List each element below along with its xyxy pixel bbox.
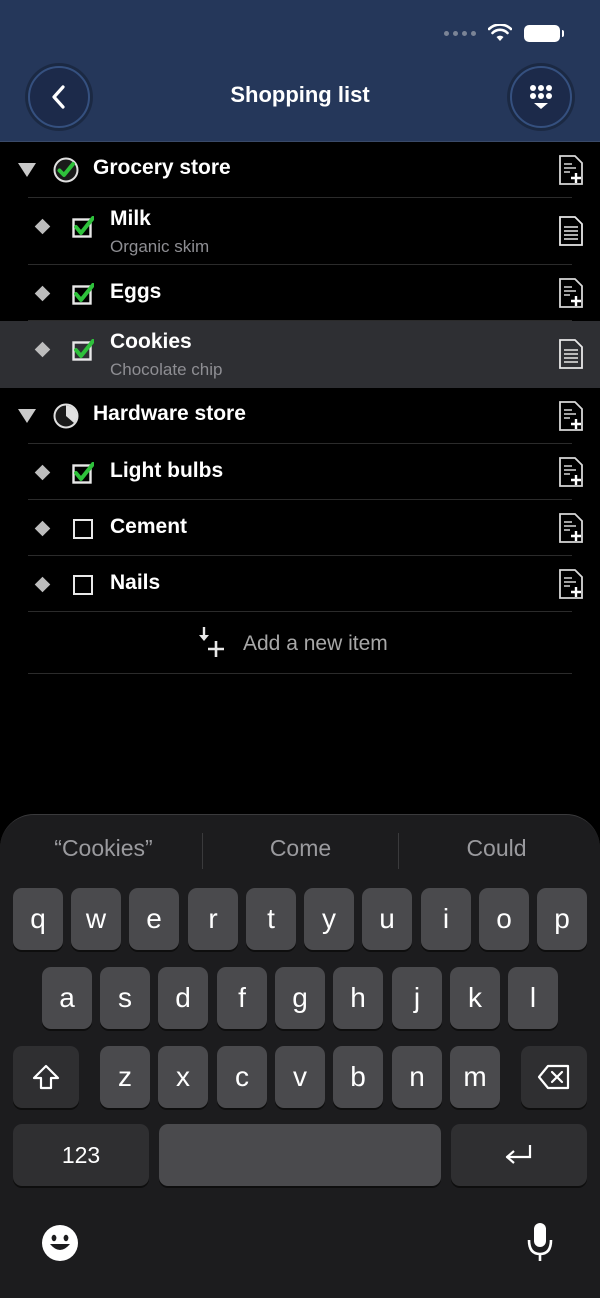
add-note-icon[interactable] — [558, 457, 584, 487]
checked-checkbox-icon[interactable] — [72, 339, 94, 361]
key-b[interactable]: b — [333, 1046, 383, 1108]
item-title: Milk — [110, 207, 151, 230]
key-g[interactable]: g — [275, 967, 325, 1029]
add-item-arrow-plus-icon — [199, 627, 224, 657]
key-n[interactable]: n — [392, 1046, 442, 1108]
keypad-menu-button[interactable] — [510, 66, 572, 128]
add-note-icon[interactable] — [558, 569, 584, 599]
add-note-icon[interactable] — [558, 513, 584, 543]
add-new-item-button[interactable]: Add a new item — [0, 612, 600, 674]
item-title: Light bulbs — [110, 459, 224, 482]
suggestion-1[interactable]: “Cookies” — [6, 835, 201, 871]
checked-checkbox-icon[interactable] — [72, 216, 94, 238]
backspace-icon — [537, 1064, 570, 1090]
item-note: Chocolate chip — [110, 360, 223, 379]
key-z[interactable]: z — [100, 1046, 150, 1108]
shopping-list: Grocery store Milk Organic skim Eggs Coo… — [0, 142, 600, 612]
key-h[interactable]: h — [333, 967, 383, 1029]
bullet-diamond-icon — [34, 341, 51, 358]
note-icon[interactable] — [558, 216, 584, 246]
item-title: Nails — [110, 571, 161, 594]
checked-checkbox-icon[interactable] — [72, 283, 94, 305]
list-item-eggs[interactable]: Eggs — [0, 265, 600, 321]
partial-progress-circle-icon — [53, 403, 79, 429]
collapse-triangle-icon[interactable] — [18, 409, 36, 423]
key-e[interactable]: e — [129, 888, 179, 950]
software-keyboard: “Cookies” Come Could q w e r t y u i o p… — [0, 814, 600, 1298]
add-note-icon[interactable] — [558, 401, 584, 431]
key-k[interactable]: k — [450, 967, 500, 1029]
add-note-icon[interactable] — [558, 278, 584, 308]
checked-checkbox-icon[interactable] — [72, 462, 94, 484]
list-item-light-bulbs[interactable]: Light bulbs — [0, 444, 600, 500]
key-j[interactable]: j — [392, 967, 442, 1029]
add-note-icon[interactable] — [558, 155, 584, 185]
key-r[interactable]: r — [188, 888, 238, 950]
item-title: Eggs — [110, 280, 162, 303]
navigation-bar: Shopping list — [0, 0, 600, 142]
status-bar — [444, 24, 564, 42]
key-x[interactable]: x — [158, 1046, 208, 1108]
list-item-cookies[interactable]: Cookies Chocolate chip — [0, 321, 600, 388]
green-check-circle-icon — [53, 157, 79, 183]
numbers-key[interactable]: 123 — [13, 1124, 149, 1186]
group-row-hardware-store[interactable]: Hardware store — [0, 388, 600, 444]
keypad-grid-icon — [530, 85, 552, 109]
battery-icon — [524, 24, 564, 42]
list-item-nails[interactable]: Nails — [0, 556, 600, 612]
shift-icon — [32, 1064, 60, 1090]
bullet-diamond-icon — [34, 218, 51, 235]
unchecked-checkbox-icon[interactable] — [73, 519, 93, 539]
note-icon[interactable] — [558, 339, 584, 369]
key-o[interactable]: o — [479, 888, 529, 950]
key-w[interactable]: w — [71, 888, 121, 950]
list-item-milk[interactable]: Milk Organic skim — [0, 198, 600, 265]
group-row-grocery-store[interactable]: Grocery store — [0, 142, 600, 198]
group-title: Hardware store — [93, 402, 246, 425]
item-title: Cookies — [110, 330, 192, 353]
bullet-diamond-icon — [34, 285, 51, 302]
group-title: Grocery store — [93, 156, 231, 179]
list-item-cement[interactable]: Cement — [0, 500, 600, 556]
return-icon — [505, 1145, 532, 1164]
key-t[interactable]: t — [246, 888, 296, 950]
delete-key[interactable] — [521, 1046, 587, 1108]
key-u[interactable]: u — [362, 888, 412, 950]
add-item-label: Add a new item — [243, 632, 388, 655]
key-c[interactable]: c — [217, 1046, 267, 1108]
item-title: Cement — [110, 515, 188, 538]
bullet-diamond-icon — [34, 576, 51, 593]
key-l[interactable]: l — [508, 967, 558, 1029]
emoji-icon[interactable] — [40, 1223, 80, 1263]
key-a[interactable]: a — [42, 967, 92, 1029]
microphone-icon[interactable] — [525, 1221, 555, 1263]
key-p[interactable]: p — [537, 888, 587, 950]
key-d[interactable]: d — [158, 967, 208, 1029]
key-m[interactable]: m — [450, 1046, 500, 1108]
key-i[interactable]: i — [421, 888, 471, 950]
space-bar[interactable] — [159, 1124, 441, 1186]
key-s[interactable]: s — [100, 967, 150, 1029]
key-q[interactable]: q — [13, 888, 63, 950]
key-v[interactable]: v — [275, 1046, 325, 1108]
signal-dots-icon — [444, 30, 476, 36]
unchecked-checkbox-icon[interactable] — [73, 575, 93, 595]
return-key[interactable] — [451, 1124, 587, 1186]
suggestion-3[interactable]: Could — [399, 835, 594, 871]
collapse-triangle-icon[interactable] — [18, 163, 36, 177]
shift-key[interactable] — [13, 1046, 79, 1108]
key-y[interactable]: y — [304, 888, 354, 950]
bullet-diamond-icon — [34, 464, 51, 481]
wifi-icon — [488, 24, 512, 41]
bullet-diamond-icon — [34, 520, 51, 537]
suggestion-2[interactable]: Come — [203, 835, 398, 871]
item-note: Organic skim — [110, 237, 210, 256]
key-f[interactable]: f — [217, 967, 267, 1029]
